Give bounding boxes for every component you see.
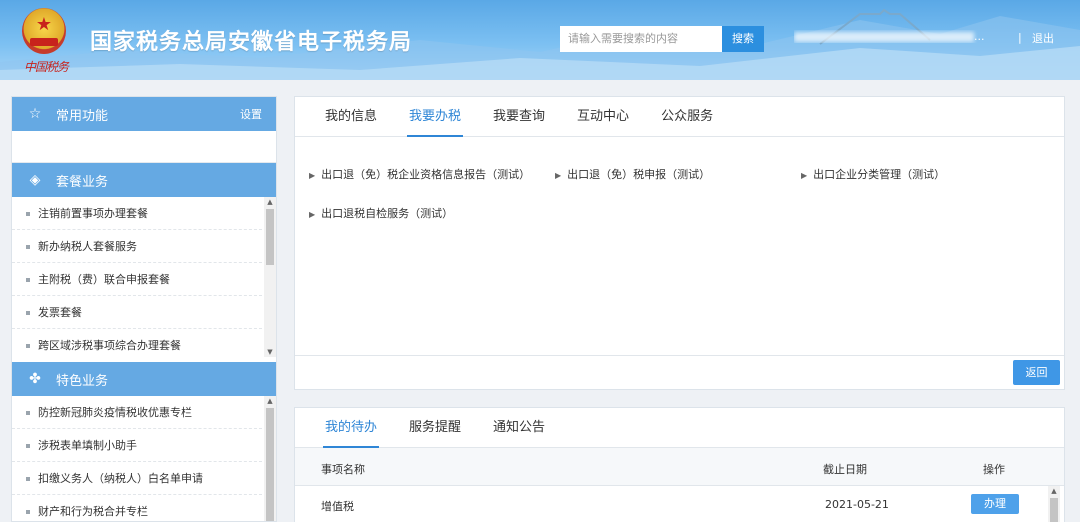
- tab-my-info[interactable]: 我的信息: [309, 97, 393, 136]
- scroll-thumb[interactable]: [266, 209, 274, 265]
- column-name: 事项名称: [321, 463, 365, 476]
- column-action: 操作: [983, 463, 1005, 476]
- export-selfcheck-link[interactable]: ▶ 出口退税自检服务（测试）: [309, 205, 453, 221]
- site-title: 国家税务总局安徽省电子税务局: [90, 30, 413, 55]
- list-item[interactable]: 扣缴义务人（纳税人）白名单申请: [12, 462, 262, 495]
- tab-notices[interactable]: 通知公告: [477, 408, 561, 447]
- star-outline-icon: ☆: [28, 106, 42, 122]
- back-button[interactable]: 返回: [1013, 360, 1060, 385]
- site-header: ★ 中国税务 国家税务总局安徽省电子税务局 请输入需要搜索的内容 搜索 ... …: [0, 0, 1080, 80]
- layers-icon: ◈: [29, 172, 41, 188]
- caret-right-icon: ▶: [555, 171, 562, 180]
- calligraphy-logo: 中国税务: [24, 60, 69, 74]
- redacted-name: [794, 32, 974, 42]
- list-item[interactable]: 财产和行为税合并专栏: [12, 495, 262, 521]
- clover-icon: ✤: [29, 371, 41, 387]
- scroll-thumb[interactable]: [1050, 498, 1058, 522]
- header-separator: |: [1018, 31, 1022, 44]
- scroll-up-icon[interactable]: ▲: [264, 197, 276, 207]
- panel-footer: 返回: [295, 355, 1064, 389]
- list-item[interactable]: 注销前置事项办理套餐: [12, 197, 262, 230]
- tab-file-tax[interactable]: 我要办税: [393, 97, 477, 137]
- star-icon: ★: [35, 14, 53, 35]
- scroll-up-icon[interactable]: ▲: [1048, 486, 1060, 496]
- search-input[interactable]: 请输入需要搜索的内容: [560, 26, 722, 52]
- caret-right-icon: ▶: [801, 171, 808, 180]
- sidebar: ☆ 常用功能 设置 ◈ 套餐业务 注销前置事项办理套餐 新办纳税人套餐服务 主附…: [11, 96, 277, 522]
- column-deadline: 截止日期: [823, 463, 867, 476]
- tab-interaction[interactable]: 互动中心: [561, 97, 645, 136]
- tax-services-panel: 我的信息 我要办税 我要查询 互动中心 公众服务 ▶ 出口退（免）税企业资格信息报…: [294, 96, 1065, 390]
- handle-button[interactable]: 办理: [971, 494, 1019, 514]
- main-tabs: 我的信息 我要办税 我要查询 互动中心 公众服务: [295, 97, 1064, 137]
- list-item[interactable]: 涉税表单填制小助手: [12, 429, 262, 462]
- list-item[interactable]: 防控新冠肺炎疫情税收优惠专栏: [12, 396, 262, 429]
- export-classification-link[interactable]: ▶ 出口企业分类管理（测试）: [801, 166, 945, 182]
- caret-right-icon: ▶: [309, 171, 316, 180]
- special-business-header[interactable]: ✤ 特色业务: [12, 362, 276, 396]
- tab-query[interactable]: 我要查询: [477, 97, 561, 136]
- settings-link[interactable]: 设置: [240, 106, 262, 122]
- tax-emblem-icon: ★: [22, 8, 66, 54]
- list-item[interactable]: 主附税（费）联合申报套餐: [12, 263, 262, 296]
- todo-panel: 我的待办 服务提醒 通知公告 事项名称 截止日期 操作 增值税 2021-05-…: [294, 407, 1065, 522]
- tab-my-todo[interactable]: 我的待办: [309, 408, 393, 448]
- special-business-list: 防控新冠肺炎疫情税收优惠专栏 涉税表单填制小助手 扣缴义务人（纳税人）白名单申请…: [12, 396, 276, 521]
- special-list-scrollbar[interactable]: ▲: [264, 396, 276, 521]
- todo-item-deadline: 2021-05-21: [825, 498, 889, 511]
- common-functions-header: ☆ 常用功能 设置: [12, 97, 276, 131]
- tab-reminders[interactable]: 服务提醒: [393, 408, 477, 447]
- scroll-down-icon[interactable]: ▼: [264, 347, 276, 357]
- search-button[interactable]: 搜索: [722, 26, 764, 52]
- scroll-thumb[interactable]: [266, 408, 274, 521]
- logout-link[interactable]: 退出: [1032, 30, 1054, 46]
- list-item[interactable]: 跨区域涉税事项综合办理套餐: [12, 329, 262, 362]
- common-functions-list: [12, 131, 276, 163]
- package-business-list: 注销前置事项办理套餐 新办纳税人套餐服务 主附税（费）联合申报套餐 发票套餐 跨…: [12, 197, 276, 362]
- todo-tabs: 我的待办 服务提醒 通知公告: [295, 408, 1064, 448]
- scroll-up-icon[interactable]: ▲: [264, 396, 276, 406]
- list-item[interactable]: 新办纳税人套餐服务: [12, 230, 262, 263]
- todo-table-header: 事项名称 截止日期 操作: [295, 448, 1064, 486]
- package-list-scrollbar[interactable]: ▲ ▼: [264, 197, 276, 357]
- package-business-header[interactable]: ◈ 套餐业务: [12, 163, 276, 197]
- export-qualification-link[interactable]: ▶ 出口退（免）税企业资格信息报告（测试）: [309, 166, 530, 182]
- export-declaration-link[interactable]: ▶ 出口退（免）税申报（测试）: [555, 166, 710, 182]
- tab-public-service[interactable]: 公众服务: [645, 97, 729, 136]
- todo-item-name: 增值税: [321, 500, 354, 513]
- caret-right-icon: ▶: [309, 210, 316, 219]
- user-name[interactable]: ...: [794, 30, 1002, 43]
- todo-scrollbar[interactable]: ▲: [1048, 486, 1060, 522]
- table-row: 增值税 2021-05-21 办理 ▲: [295, 486, 1064, 522]
- list-item[interactable]: 发票套餐: [12, 296, 262, 329]
